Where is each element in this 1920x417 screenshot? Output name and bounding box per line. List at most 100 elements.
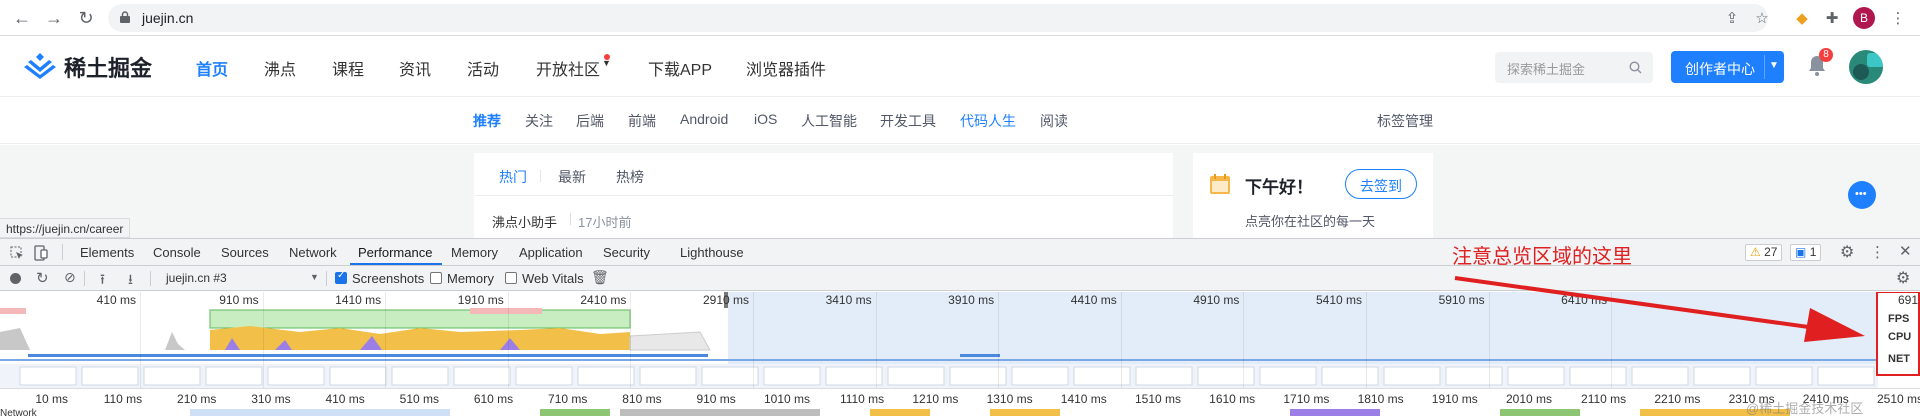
screenshot-thumbnail[interactable]: [1817, 366, 1875, 386]
screenshot-thumbnail[interactable]: [19, 366, 77, 386]
chat-bubble-button[interactable]: •••: [1848, 181, 1876, 209]
tab-console[interactable]: Console: [153, 245, 201, 260]
tab-sources[interactable]: Sources: [221, 245, 269, 260]
device-toolbar-icon[interactable]: [34, 245, 48, 261]
screenshot-thumbnail[interactable]: [205, 366, 263, 386]
screenshot-thumbnail[interactable]: [1569, 366, 1627, 386]
timeline-ruler[interactable]: 10 ms 110 ms 210 ms 310 ms 410 ms 510 ms 610 m…: [0, 388, 1920, 416]
reload-profile-icon[interactable]: ↻: [36, 269, 49, 287]
screenshot-thumbnail[interactable]: [825, 366, 883, 386]
trash-icon[interactable]: 🗑: [591, 269, 609, 286]
nav-news[interactable]: 资讯: [399, 56, 431, 80]
nav-events[interactable]: 活动: [467, 56, 499, 80]
feed-tab-hot[interactable]: 热门: [499, 167, 527, 187]
tag-manage-link[interactable]: 标签管理: [1377, 111, 1433, 131]
screenshot-thumbnail[interactable]: [1135, 366, 1193, 386]
nav-home[interactable]: 首页: [196, 56, 228, 80]
tab-separator: [62, 244, 63, 260]
site-header: 稀土掘金 首页 沸点 课程 资讯 活动 开放社区 ▼ 下载APP 浏览器插件 探…: [0, 36, 1920, 97]
screenshot-thumbnail[interactable]: [143, 366, 201, 386]
category-android[interactable]: Android: [680, 111, 728, 127]
screenshot-thumbnail[interactable]: [1383, 366, 1441, 386]
user-avatar[interactable]: [1849, 50, 1883, 84]
warnings-counter[interactable]: ⚠ 27: [1745, 244, 1783, 261]
bookmark-star-icon[interactable]: ☆: [1750, 6, 1774, 30]
devtools-menu-icon[interactable]: ⋮: [1870, 243, 1885, 261]
tab-performance[interactable]: Performance: [358, 245, 432, 260]
messages-counter[interactable]: ▣ 1: [1790, 244, 1822, 261]
screenshot-thumbnail[interactable]: [329, 366, 387, 386]
menu-kebab-icon[interactable]: ⋮: [1886, 6, 1910, 30]
screenshot-thumbnail[interactable]: [1507, 366, 1565, 386]
category-ai[interactable]: 人工智能: [801, 111, 857, 131]
category-code-life[interactable]: 代码人生: [960, 111, 1016, 131]
extensions-puzzle-icon[interactable]: ✚: [1820, 6, 1844, 30]
extension-diamond-icon[interactable]: ◆: [1790, 6, 1814, 30]
checkin-button[interactable]: 去签到: [1345, 169, 1417, 199]
feed-item-author[interactable]: 沸点小助手: [492, 212, 557, 231]
record-icon[interactable]: [10, 273, 21, 284]
creator-dropdown-icon[interactable]: ▼: [1769, 60, 1779, 71]
profile-avatar[interactable]: B: [1852, 6, 1876, 30]
category-devtools[interactable]: 开发工具: [880, 111, 936, 131]
screenshot-thumbnail[interactable]: [887, 366, 945, 386]
screenshots-checkbox[interactable]: ✓: [335, 270, 347, 284]
close-devtools-icon[interactable]: ✕: [1899, 242, 1912, 260]
clear-icon[interactable]: ⊘: [64, 269, 76, 286]
download-profile-icon[interactable]: ⭳: [128, 269, 133, 293]
screenshot-thumbnail[interactable]: [1631, 366, 1689, 386]
tab-elements[interactable]: Elements: [80, 245, 134, 260]
reload-icon[interactable]: ↻: [74, 6, 98, 30]
nav-browser-plugin[interactable]: 浏览器插件: [746, 56, 826, 80]
category-recommend[interactable]: 推荐: [473, 111, 501, 131]
tab-application[interactable]: Application: [519, 245, 583, 260]
category-frontend[interactable]: 前端: [628, 111, 656, 131]
feed-tab-ranking[interactable]: 热榜: [616, 167, 644, 187]
feed-tab-latest[interactable]: 最新: [558, 167, 586, 187]
search-icon[interactable]: [1629, 61, 1642, 74]
tab-lighthouse[interactable]: Lighthouse: [680, 245, 744, 260]
screenshot-thumbnail[interactable]: [763, 366, 821, 386]
screenshot-thumbnail[interactable]: [1197, 366, 1255, 386]
category-ios[interactable]: iOS: [754, 111, 777, 127]
inspect-element-icon[interactable]: [10, 246, 24, 260]
back-icon[interactable]: ←: [10, 6, 34, 30]
nav-courses[interactable]: 课程: [332, 56, 364, 80]
screenshot-thumbnail[interactable]: [1445, 366, 1503, 386]
category-reading[interactable]: 阅读: [1040, 111, 1068, 131]
web-vitals-checkbox[interactable]: [505, 272, 517, 284]
nav-pins[interactable]: 沸点: [264, 56, 296, 80]
creator-center-button[interactable]: 创作者中心 ▼: [1671, 51, 1784, 83]
notification-count-badge: 8: [1819, 48, 1833, 62]
tab-network[interactable]: Network: [289, 245, 337, 260]
upload-profile-icon[interactable]: ⭱: [100, 269, 105, 293]
capture-settings-icon[interactable]: ⚙: [1896, 268, 1910, 288]
screenshot-thumbnail[interactable]: [391, 366, 449, 386]
juejin-logo-icon[interactable]: [24, 51, 56, 79]
screenshot-thumbnail[interactable]: [1011, 366, 1069, 386]
category-backend[interactable]: 后端: [576, 111, 604, 131]
tab-security[interactable]: Security: [603, 245, 650, 260]
recording-select[interactable]: juejin.cn #3 ▼: [164, 267, 320, 289]
share-icon[interactable]: ⇪: [1720, 6, 1744, 30]
settings-gear-icon[interactable]: ⚙: [1840, 242, 1854, 262]
category-following[interactable]: 关注: [525, 111, 553, 131]
screenshot-thumbnail[interactable]: [515, 366, 573, 386]
screenshot-thumbnail[interactable]: [81, 366, 139, 386]
nav-download-app[interactable]: 下载APP: [648, 56, 712, 80]
screenshot-thumbnail[interactable]: [1693, 366, 1751, 386]
screenshot-thumbnail[interactable]: [1755, 366, 1813, 386]
forward-icon[interactable]: →: [42, 6, 66, 30]
nav-open-community[interactable]: 开放社区: [536, 56, 600, 80]
tab-memory[interactable]: Memory: [451, 245, 498, 260]
address-bar[interactable]: juejin.cn: [108, 4, 1768, 32]
screenshot-thumbnail[interactable]: [1259, 366, 1317, 386]
memory-checkbox[interactable]: [430, 272, 442, 284]
search-input[interactable]: 探索稀土掘金: [1495, 52, 1653, 83]
screenshot-thumbnail[interactable]: [639, 366, 697, 386]
screenshot-thumbnail[interactable]: [701, 366, 759, 386]
screenshot-thumbnail[interactable]: [577, 366, 635, 386]
screenshot-thumbnail[interactable]: [453, 366, 511, 386]
screenshot-thumbnail[interactable]: [267, 366, 325, 386]
screenshot-thumbnail[interactable]: [1321, 366, 1379, 386]
